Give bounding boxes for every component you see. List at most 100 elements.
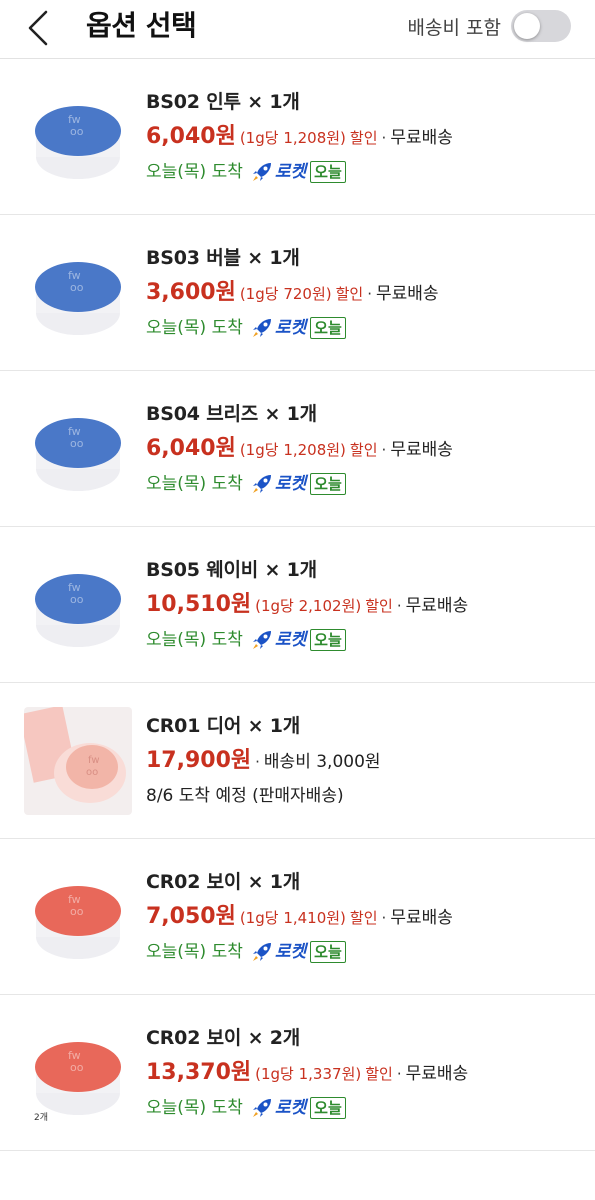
- rocket-label: 로켓: [274, 162, 307, 182]
- price-line: 3,600원 (1g당 720원) 할인 · 무료배송: [146, 273, 585, 314]
- delivery-eta: 오늘(목) 도착: [146, 942, 243, 962]
- separator-dot: ·: [381, 129, 387, 147]
- rocket-icon: [251, 1097, 273, 1119]
- option-info: BS04 브리즈 × 1개 6,040원 (1g당 1,208원) 할인 · 무료배송오늘…: [146, 399, 585, 498]
- shipping-toggle-label: 배송비 포함: [407, 16, 501, 39]
- shipping-info: 무료배송: [405, 1064, 469, 1084]
- option-name: CR01 디어 × 1개: [146, 715, 301, 737]
- svg-text:oo: oo: [70, 125, 84, 138]
- shipping-info: 무료배송: [390, 128, 453, 148]
- product-thumbnail: fw oo: [24, 707, 132, 815]
- price-line: 6,040원 (1g당 1,208원) 할인 · 무료배송: [146, 117, 585, 158]
- delivery-eta: 오늘(목) 도착: [146, 630, 243, 650]
- quantity-tag: 2개: [32, 1110, 51, 1123]
- delivery-eta: 8/6 도착 예정 (판매자배송): [146, 786, 344, 806]
- svg-text:oo: oo: [70, 1061, 84, 1074]
- delivery-line: 오늘(목) 도착 로켓 오늘: [146, 314, 585, 342]
- delivery-eta: 오늘(목) 도착: [146, 162, 243, 182]
- option-item[interactable]: fw oo 2개 CR02 보이 × 2개 13,370원 (1g당 1,337원) 할인 ·…: [0, 995, 595, 1151]
- option-item[interactable]: fw oo CR02 보이 × 1개 7,050원 (1g당 1,410원) 할인 · 무료배…: [0, 839, 595, 995]
- delivery-eta: 오늘(목) 도착: [146, 1098, 243, 1118]
- separator-dot: ·: [396, 1065, 402, 1083]
- shipping-info: 배송비 3,000원: [263, 752, 381, 772]
- today-badge: 오늘: [310, 1097, 346, 1119]
- option-info: BS03 버블 × 1개 3,600원 (1g당 720원) 할인 · 무료배송 오늘(목)…: [146, 243, 585, 342]
- unit-price: (1g당 1,208원): [239, 441, 346, 459]
- option-price: 13,370원: [146, 1060, 252, 1085]
- separator-dot: ·: [381, 441, 387, 459]
- top-bar: 옵션 선택 배송비 포함: [0, 0, 595, 59]
- product-thumbnail: fw oo: [24, 239, 132, 347]
- option-price: 6,040원: [146, 124, 236, 149]
- discount-label: 할인: [349, 909, 378, 927]
- delivery-line: 오늘(목) 도착 로켓 오늘: [146, 158, 585, 186]
- rocket-icon: [251, 161, 273, 183]
- back-arrow-icon[interactable]: [24, 8, 54, 48]
- svg-text:oo: oo: [86, 767, 98, 778]
- discount-label: 할인: [349, 129, 378, 147]
- rocket-label: 로켓: [274, 942, 307, 962]
- svg-text:oo: oo: [70, 593, 84, 606]
- product-thumbnail: fw oo 2개: [24, 1019, 132, 1127]
- separator-dot: ·: [381, 909, 387, 927]
- option-name: BS04 브리즈 × 1개: [146, 403, 317, 425]
- unit-price: (1g당 1,410원): [239, 909, 346, 927]
- option-name: CR02 보이 × 2개: [146, 1027, 301, 1049]
- unit-price: (1g당 1,208원): [239, 129, 346, 147]
- option-item[interactable]: fw oo BS05 웨이비 × 1개 10,510원 (1g당 2,102원) 할인 · 무…: [0, 527, 595, 683]
- price-line: 13,370원 (1g당 1,337원) 할인 · 무료배송: [146, 1053, 585, 1094]
- option-price: 7,050원: [146, 904, 236, 929]
- option-name: BS05 웨이비 × 1개: [146, 559, 317, 581]
- shipping-info: 무료배송: [390, 440, 453, 460]
- option-item[interactable]: fw oo BS03 버블 × 1개 3,600원 (1g당 720원) 할인 · 무료배송 오…: [0, 215, 595, 371]
- separator-dot: ·: [396, 597, 402, 615]
- rocket-label: 로켓: [274, 630, 307, 650]
- shipping-toggle-group: 배송비 포함: [408, 10, 571, 42]
- option-price: 3,600원: [146, 280, 236, 305]
- separator-dot: ·: [367, 285, 372, 303]
- option-info: BS05 웨이비 × 1개 10,510원 (1g당 2,102원) 할인 · 무료배송 오…: [146, 555, 585, 654]
- shipping-include-toggle[interactable]: [511, 10, 571, 42]
- separator-dot: ·: [255, 753, 260, 771]
- price-line: 6,040원 (1g당 1,208원) 할인 · 무료배송: [146, 429, 585, 470]
- option-item[interactable]: fw oo BS04 브리즈 × 1개 6,040원 (1g당 1,208원) 할인 · 무료…: [0, 371, 595, 527]
- delivery-eta: 오늘(목) 도착: [146, 474, 243, 494]
- rocket-label: 로켓: [274, 1098, 307, 1118]
- delivery-line: 오늘(목) 도착 로켓 오늘: [146, 626, 585, 654]
- discount-label: 할인: [365, 1065, 393, 1083]
- unit-price: (1g당 1,337원): [255, 1065, 362, 1083]
- today-badge: 오늘: [310, 473, 346, 495]
- shipping-info: 무료배송: [405, 596, 469, 616]
- discount-label: 할인: [335, 285, 364, 303]
- page-title: 옵션 선택: [86, 9, 197, 42]
- price-line: 17,900원 · 배송비 3,000원: [146, 741, 585, 782]
- product-thumbnail: fw oo: [24, 551, 132, 659]
- today-badge: 오늘: [310, 161, 346, 183]
- svg-text:oo: oo: [70, 281, 84, 294]
- rocket-label: 로켓: [274, 474, 307, 494]
- discount-label: 할인: [365, 597, 393, 615]
- option-info: BS02 인투 × 1개 6,040원 (1g당 1,208원) 할인 · 무료배송 오늘(…: [146, 87, 585, 186]
- rocket-icon: [251, 629, 273, 651]
- option-price: 6,040원: [146, 436, 236, 461]
- product-thumbnail: fw oo: [24, 395, 132, 503]
- product-thumbnail: fw oo: [24, 863, 132, 971]
- option-name: BS02 인투 × 1개: [146, 91, 300, 113]
- option-info: CR02 보이 × 2개 13,370원 (1g당 1,337원) 할인 · 무료배송 오늘…: [146, 1023, 585, 1122]
- option-price: 17,900원: [146, 748, 252, 773]
- shipping-info: 무료배송: [390, 908, 453, 928]
- delivery-line: 오늘(목) 도착 로켓 오늘: [146, 938, 585, 966]
- option-item[interactable]: fw oo BS02 인투 × 1개 6,040원 (1g당 1,208원) 할인 · 무료배…: [0, 59, 595, 215]
- shipping-info: 무료배송: [376, 284, 439, 304]
- today-badge: 오늘: [310, 941, 346, 963]
- rocket-icon: [251, 317, 273, 339]
- option-info: CR02 보이 × 1개 7,050원 (1g당 1,410원) 할인 · 무료배송오늘(…: [146, 867, 585, 966]
- option-item[interactable]: fw oo CR01 디어 × 1개 17,900원 · 배송비 3,000원 8/6 도착…: [0, 683, 595, 839]
- option-name: CR02 보이 × 1개: [146, 871, 301, 893]
- option-list: fw oo BS02 인투 × 1개 6,040원 (1g당 1,208원) 할인 · 무료배…: [0, 59, 595, 1151]
- svg-text:oo: oo: [70, 905, 84, 918]
- unit-price: (1g당 2,102원): [255, 597, 362, 615]
- product-thumbnail: fw oo: [24, 83, 132, 191]
- svg-text:fw: fw: [88, 755, 100, 766]
- delivery-line: 오늘(목) 도착 로켓 오늘: [146, 1094, 585, 1122]
